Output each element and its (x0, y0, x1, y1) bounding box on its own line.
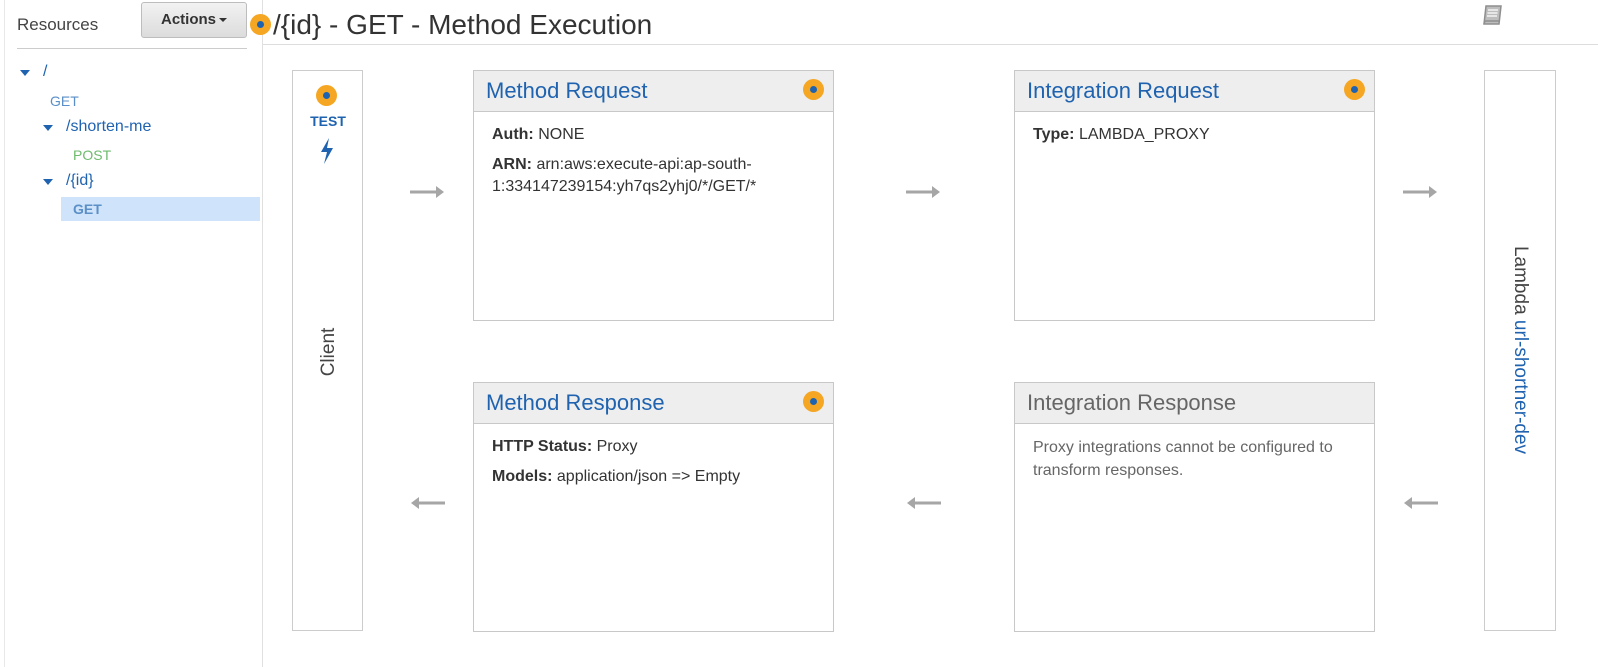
panel-header: Method Request (474, 71, 833, 112)
header-info-dot-icon[interactable] (250, 14, 271, 35)
tree-method-id-get-selected[interactable]: GET (61, 197, 260, 221)
page-title: /{id} - GET - Method Execution (273, 9, 653, 40)
test-link[interactable]: TEST (309, 113, 347, 129)
tree-method-root-get[interactable]: GET (50, 93, 79, 109)
arrow-right-icon (906, 186, 940, 198)
method-request-info-dot-icon[interactable] (803, 79, 824, 100)
integration-response-title: Integration Response (1027, 390, 1237, 415)
tree-toggle-id-icon[interactable] (43, 179, 53, 185)
arrow-left-icon (1404, 497, 1438, 509)
tree-item-root[interactable]: / (43, 63, 47, 81)
lambda-prefix: Lambda (1510, 245, 1531, 315)
tree-item-id[interactable]: /{id} (66, 172, 94, 190)
integration-request-link[interactable]: Integration Request (1027, 78, 1219, 104)
auth-value: NONE (538, 126, 585, 143)
http-status-label: HTTP Status: (492, 438, 593, 455)
models-label: Models: (492, 468, 553, 485)
arn-value: arn:aws:execute-api:ap-south- (536, 156, 752, 173)
arrow-left-icon (907, 497, 941, 509)
method-request-panel: Method Request Auth: NONE ARN: arn:aws:e… (473, 70, 834, 321)
type-value: LAMBDA_PROXY (1078, 126, 1210, 143)
auth-row: Auth: NONE (492, 124, 584, 146)
tree-method-shorten-post[interactable]: POST (73, 147, 111, 163)
panel-header: Integration Response (1015, 383, 1374, 424)
test-info-dot-icon[interactable] (316, 85, 337, 106)
lambda-label: Lambda url-shortner-dev (1509, 246, 1531, 454)
arn-row: ARN: arn:aws:execute-api:ap-south- 1:3341… (492, 154, 756, 198)
tree-toggle-shorten-icon[interactable] (43, 125, 53, 131)
method-request-link[interactable]: Method Request (486, 78, 647, 104)
method-response-info-dot-icon[interactable] (803, 391, 824, 412)
caret-down-icon (219, 18, 227, 23)
models-value: application/json => Empty (556, 468, 741, 485)
method-response-panel: Method Response HTTP Status: Proxy Model… (473, 382, 834, 632)
arrow-left-icon (411, 497, 445, 509)
resources-sidebar (0, 0, 263, 667)
integration-response-note: Proxy integrations cannot be configured … (1033, 436, 1333, 482)
integration-request-panel: Integration Request Type: LAMBDA_PROXY (1014, 70, 1375, 321)
panel-header: Method Response (474, 383, 833, 424)
panel-header: Integration Request (1015, 71, 1374, 112)
models-row: Models: application/json => Empty (492, 466, 740, 488)
lambda-function-link[interactable]: url-shortner-dev (1510, 320, 1531, 454)
arn-value-line2: 1:334147239154:yh7qs2yhj0/*/GET/* (492, 178, 757, 195)
arrow-right-icon (1403, 186, 1437, 198)
auth-label: Auth: (492, 126, 534, 143)
title-divider (263, 44, 1598, 45)
sidebar-divider (17, 48, 247, 49)
arrow-right-icon (410, 186, 444, 198)
actions-label: Actions (160, 11, 216, 28)
http-status-row: HTTP Status: Proxy (492, 436, 638, 458)
tree-item-shorten-me[interactable]: /shorten-me (66, 118, 151, 136)
note-line-1: Proxy integrations cannot be configured … (1033, 439, 1333, 456)
tree-toggle-root-icon[interactable] (20, 70, 30, 76)
client-label: Client (318, 327, 339, 377)
http-status-value: Proxy (596, 438, 638, 455)
arn-label: ARN: (492, 156, 532, 173)
lightning-bolt-icon[interactable] (318, 137, 336, 165)
book-icon[interactable] (1480, 2, 1506, 28)
integration-request-info-dot-icon[interactable] (1344, 79, 1365, 100)
type-label: Type: (1033, 126, 1075, 143)
method-response-link[interactable]: Method Response (486, 390, 665, 416)
note-line-2: transform responses. (1033, 462, 1184, 479)
integration-response-panel: Integration Response Proxy integrations … (1014, 382, 1375, 632)
actions-button[interactable]: Actions (141, 2, 247, 38)
type-row: Type: LAMBDA_PROXY (1033, 124, 1210, 146)
resources-label: Resources (17, 15, 99, 34)
